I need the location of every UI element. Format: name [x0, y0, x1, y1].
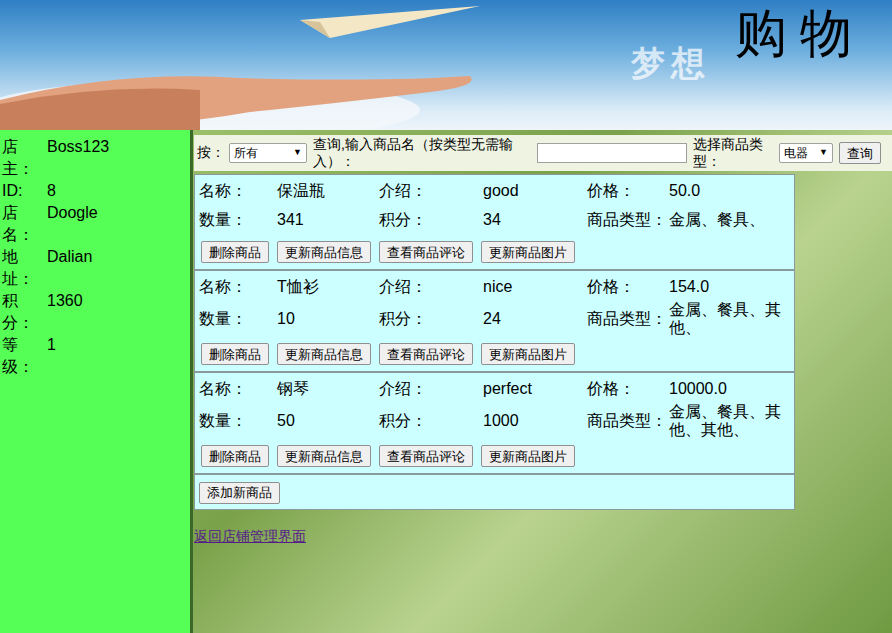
banner-title: 购 物	[735, 8, 852, 60]
owner-row: 积分：1360	[2, 290, 190, 334]
product-action-button[interactable]: 更新商品图片	[481, 241, 575, 263]
product-action-button[interactable]: 删除商品	[201, 445, 269, 467]
owner-panel: 店主：Boss123ID:8店名：Doogle地址：Dalian积分：1360等…	[0, 130, 193, 633]
banner: 梦想购 物	[0, 0, 892, 130]
filter-select[interactable]: 所有▼	[229, 143, 307, 163]
product-action-button[interactable]: 更新商品信息	[277, 241, 371, 263]
product-panel: 名称：保温瓶介绍：good价格：50.0数量：341积分：34商品类型：金属、餐…	[194, 174, 795, 510]
owner-row: 店名：Doogle	[2, 202, 190, 246]
banner-subtitle: 梦想	[631, 38, 711, 89]
body: 店主：Boss123ID:8店名：Doogle地址：Dalian积分：1360等…	[0, 130, 892, 633]
product-action-button[interactable]: 删除商品	[201, 241, 269, 263]
product-action-button[interactable]: 更新商品信息	[277, 343, 371, 365]
owner-row: 地址：Dalian	[2, 246, 190, 290]
product-action-button[interactable]: 更新商品图片	[481, 445, 575, 467]
product-action-button[interactable]: 查看商品评论	[379, 445, 473, 467]
add-product-button[interactable]: 添加新商品	[199, 482, 280, 504]
page: 梦想购 物店主：Boss123ID:8店名：Doogle地址：Dalian积分：…	[0, 0, 892, 633]
product-card: 名称：T恤衫介绍：nice价格：154.0数量：10积分：24商品类型：金属、餐…	[194, 270, 795, 372]
owner-row: 店主：Boss123	[2, 136, 190, 180]
product-action-button[interactable]: 删除商品	[201, 343, 269, 365]
query-button[interactable]: 查询	[839, 142, 881, 164]
product-card: 名称：钢琴介绍：perfect价格：10000.0数量：50积分：1000商品类…	[194, 372, 795, 474]
product-action-button[interactable]: 更新商品图片	[481, 343, 575, 365]
back-link[interactable]: 返回店铺管理界面	[194, 526, 306, 547]
main-area: 按：所有▼查询,输入商品名（按类型无需输入）：选择商品类型：电器▼查询名称：保温…	[193, 130, 892, 633]
hand-plane-icon	[0, 0, 500, 130]
product-action-button[interactable]: 更新商品信息	[277, 445, 371, 467]
owner-row: 等级：1	[2, 334, 190, 378]
product-card: 名称：保温瓶介绍：good价格：50.0数量：341积分：34商品类型：金属、餐…	[194, 174, 795, 270]
product-action-button[interactable]: 查看商品评论	[379, 241, 473, 263]
owner-row: ID:8	[2, 180, 190, 202]
add-card: 添加新商品	[194, 474, 795, 510]
product-action-button[interactable]: 查看商品评论	[379, 343, 473, 365]
search-bar: 按：所有▼查询,输入商品名（按类型无需输入）：选择商品类型：电器▼查询	[194, 135, 892, 171]
type-select[interactable]: 电器▼	[779, 143, 833, 163]
query-input[interactable]	[537, 143, 687, 163]
